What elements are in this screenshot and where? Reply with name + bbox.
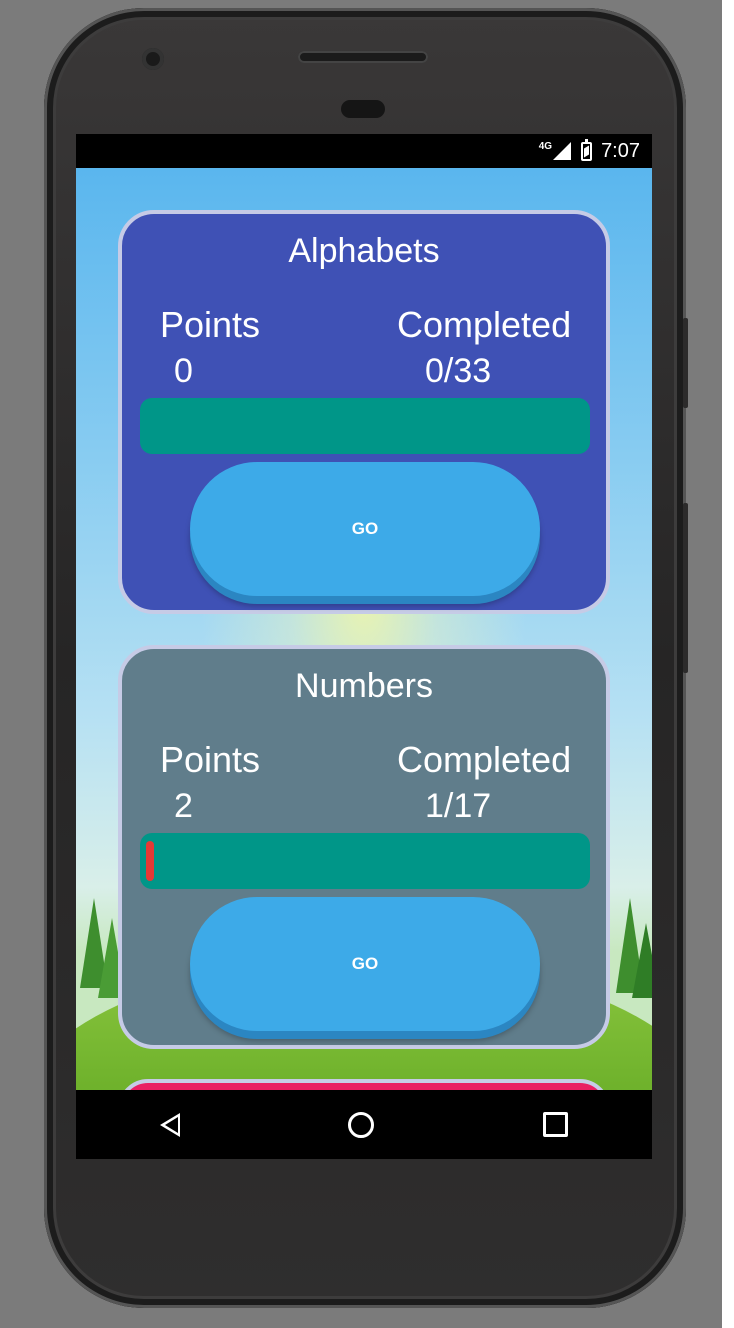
progress-bar bbox=[140, 833, 590, 889]
volume-button bbox=[683, 503, 688, 673]
card-title: Alphabets bbox=[288, 232, 440, 270]
progress-fill bbox=[146, 841, 154, 881]
go-button[interactable]: GO bbox=[190, 897, 540, 1031]
front-camera-icon bbox=[142, 48, 164, 70]
earpiece-speaker bbox=[298, 51, 428, 63]
points-value: 0 bbox=[174, 352, 193, 390]
navigation-bar bbox=[76, 1090, 652, 1159]
points-value: 2 bbox=[174, 787, 193, 825]
points-label: Points bbox=[160, 304, 261, 345]
proximity-sensor bbox=[341, 100, 385, 118]
category-card-partial bbox=[118, 1079, 610, 1090]
progress-bar bbox=[140, 398, 590, 454]
completed-label: Completed bbox=[397, 304, 572, 345]
back-icon[interactable] bbox=[160, 1112, 181, 1137]
card-title: Numbers bbox=[295, 667, 433, 705]
recents-icon[interactable] bbox=[542, 1112, 568, 1137]
category-card-numbers: Numbers Points 2 Completed 1/17 GO bbox=[118, 645, 610, 1049]
background-tree bbox=[632, 923, 652, 998]
completed-label: Completed bbox=[397, 739, 572, 780]
battery-charging-icon bbox=[581, 138, 593, 161]
window-edge bbox=[722, 0, 734, 1328]
power-button bbox=[683, 318, 688, 408]
home-icon[interactable] bbox=[348, 1111, 375, 1138]
completed-value: 0/33 bbox=[425, 352, 492, 390]
completed-value: 1/17 bbox=[425, 787, 492, 825]
go-button[interactable]: GO bbox=[190, 462, 540, 596]
points-label: Points bbox=[160, 739, 261, 780]
status-time: 7:07 bbox=[601, 139, 640, 162]
category-card-alphabets: Alphabets Points 0 Completed 0/33 GO bbox=[118, 210, 610, 614]
app-content[interactable]: Alphabets Points 0 Completed 0/33 GO Num… bbox=[76, 168, 652, 1090]
signal-icon bbox=[553, 142, 572, 160]
status-bar: 4G 7:07 bbox=[76, 134, 652, 168]
network-type: 4G bbox=[538, 140, 553, 152]
device-screen: 4G 7:07 Alphabets Points 0 Completed 0/3… bbox=[76, 134, 652, 1159]
